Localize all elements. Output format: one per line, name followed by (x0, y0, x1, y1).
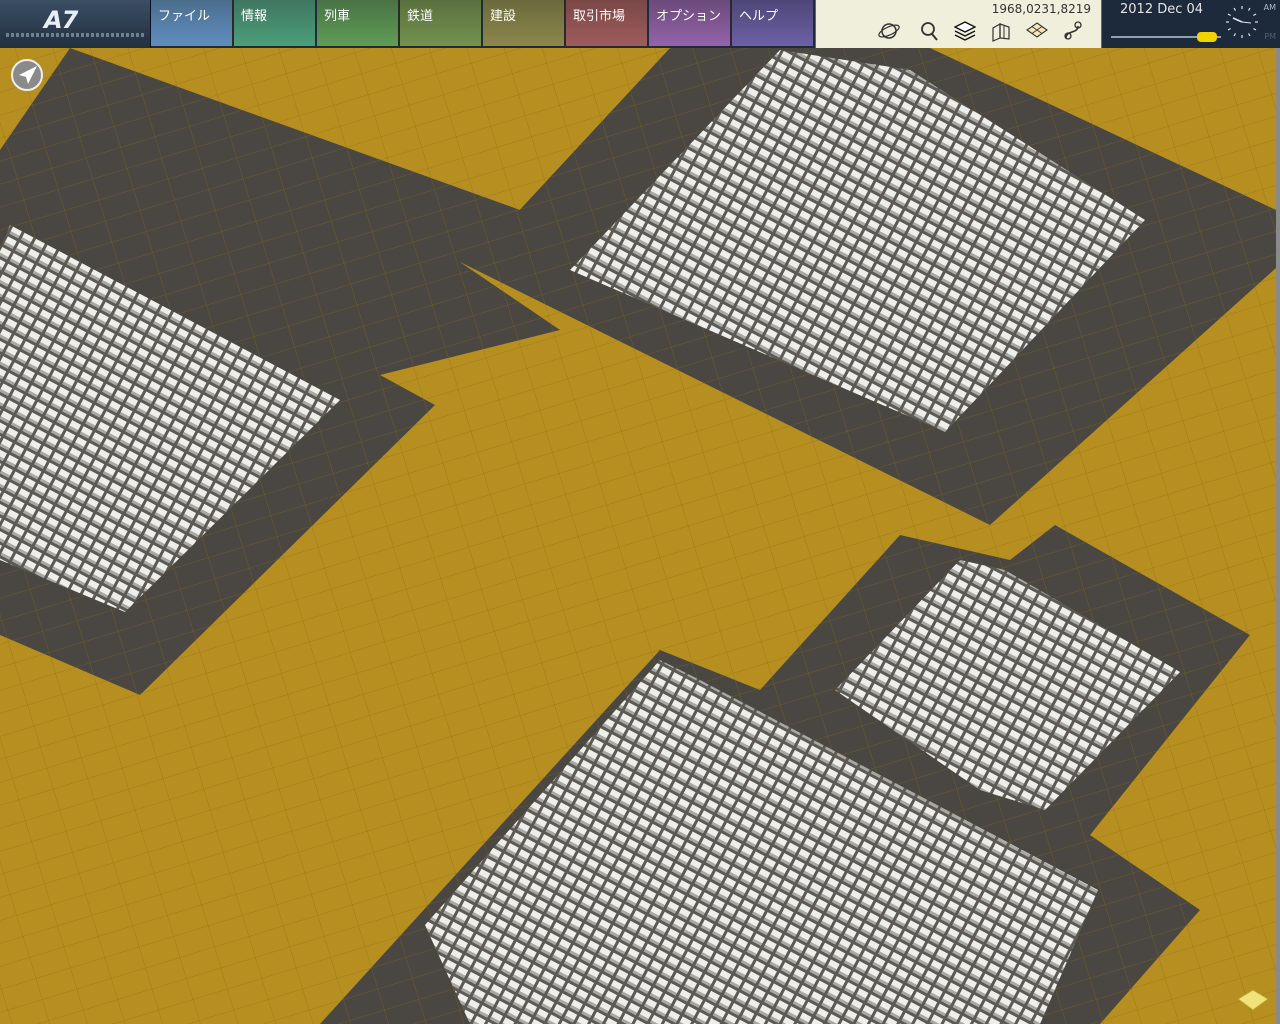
menu-file-label: ファイル (158, 9, 211, 24)
menu-construction[interactable]: 建設 (483, 0, 565, 46)
logo-subtitle-strip (6, 33, 144, 37)
map-corner-marker-icon[interactable] (1236, 988, 1270, 1012)
menu-market-label: 取引市場 (573, 9, 626, 24)
buildings-icon[interactable] (990, 20, 1012, 42)
map-edge-scroll[interactable] (1276, 48, 1280, 1024)
menu-help[interactable]: ヘルプ (732, 0, 814, 46)
view-tools-panel: 1968,0231,8219 (815, 0, 1102, 48)
menu-help-label: ヘルプ (739, 9, 779, 24)
globe-icon[interactable] (878, 20, 900, 42)
a7-logo: A7 (0, 0, 151, 48)
menu-construction-label: 建設 (490, 9, 517, 24)
menu-train-label: 列車 (324, 9, 351, 24)
pm-indicator: PM (1264, 32, 1276, 41)
menu-info-label: 情報 (241, 9, 268, 24)
menu-options[interactable]: オプション (649, 0, 731, 46)
date-clock-panel: 2012 Dec 04 AM PM (1103, 0, 1280, 48)
top-menu-bar: A7 ファイル 情報 列車 鉄道 建設 取引市場 オプション ヘルプ 1968,… (0, 0, 1280, 48)
menu-options-label: オプション (656, 9, 722, 24)
menu-railway-label: 鉄道 (407, 9, 434, 24)
menu-railway[interactable]: 鉄道 (400, 0, 482, 46)
route-icon[interactable] (1062, 20, 1084, 42)
am-indicator: AM (1263, 3, 1276, 12)
compass-north-icon[interactable] (10, 58, 44, 92)
menu-info[interactable]: 情報 (234, 0, 316, 46)
current-date: 2012 Dec 04 (1120, 2, 1204, 17)
search-icon[interactable] (918, 20, 940, 42)
logo-text: A7 (44, 6, 78, 34)
coordinates-readout: 1968,0231,8219 (991, 2, 1091, 16)
grid-icon[interactable] (1026, 20, 1048, 42)
menu-train[interactable]: 列車 (317, 0, 399, 46)
menu-file[interactable]: ファイル (151, 0, 233, 46)
clock-icon (1226, 6, 1258, 38)
layers-icon[interactable] (954, 20, 976, 42)
menu-market[interactable]: 取引市場 (566, 0, 648, 46)
time-speed-slider[interactable] (1196, 32, 1217, 42)
map-viewport[interactable] (0, 48, 1276, 1024)
